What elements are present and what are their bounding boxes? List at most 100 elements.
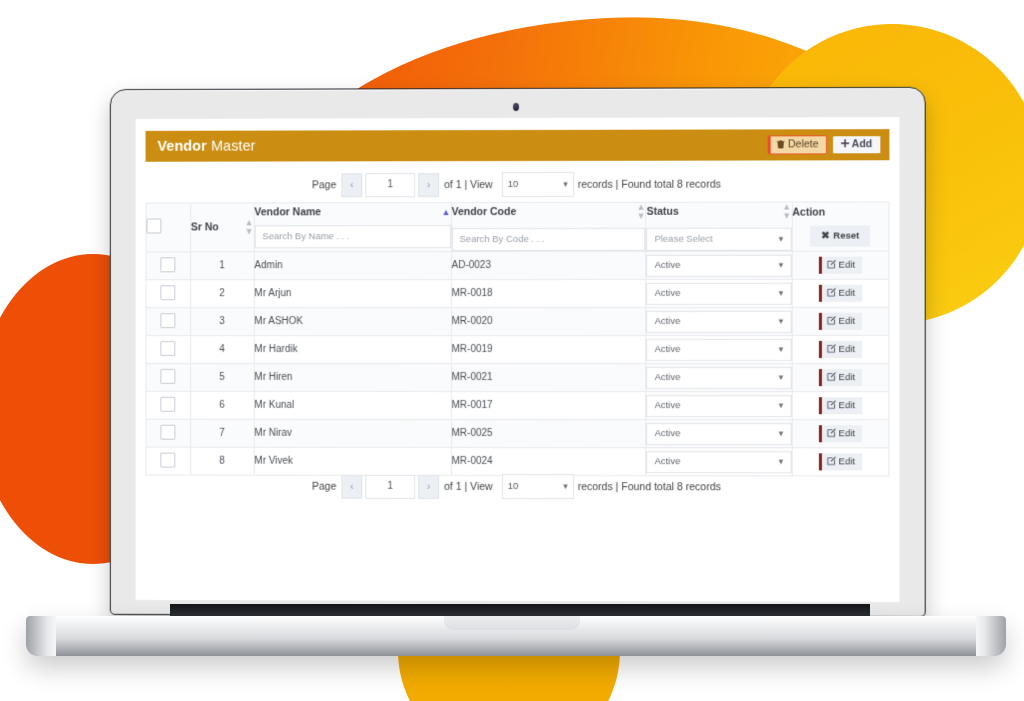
row-status-value: Active [654, 400, 681, 412]
pagination-next-button-bottom[interactable]: › [418, 474, 440, 499]
records-per-page-select-top[interactable]: 10 ▾ [501, 171, 574, 198]
edit-button-label: Edit [838, 399, 856, 411]
table-row: 5 Mr Hiren MR-0021 Active ▾ Edit [146, 363, 889, 392]
laptop-lid: Vendor Master Delete Add Page ‹ 1 › of 1… [109, 86, 926, 618]
header-sr-no[interactable]: Sr No ▲ ▼ [190, 202, 254, 252]
edit-button-label: Edit [838, 371, 856, 383]
header-vendor-code-label: Vendor Code [451, 205, 517, 219]
times-icon: ✖ [821, 230, 830, 242]
edit-button[interactable]: Edit [818, 453, 863, 471]
webcam-icon [513, 102, 519, 112]
pagination-page-input-bottom[interactable]: 1 [365, 474, 416, 499]
row-status-select[interactable]: Active ▾ [646, 422, 792, 445]
row-vendor-code: MR-0025 [451, 419, 647, 448]
row-checkbox[interactable] [160, 368, 176, 384]
chevron-down-icon: ▾ [778, 372, 784, 383]
row-sr-no: 4 [190, 335, 254, 364]
row-status-select[interactable]: Active ▾ [646, 450, 792, 473]
pagination-next-button-top[interactable]: › [418, 172, 440, 197]
row-checkbox[interactable] [160, 396, 176, 412]
row-select-cell [146, 391, 191, 420]
delete-button[interactable]: Delete [767, 135, 827, 155]
row-select-cell [146, 335, 191, 364]
edit-button-label: Edit [838, 315, 856, 327]
titlebar-actions: Delete Add [767, 134, 882, 155]
header-status-label: Status [646, 205, 679, 218]
pagination-page-input-top[interactable]: 1 [365, 172, 416, 197]
pencil-square-icon [827, 428, 836, 440]
edit-button-label: Edit [838, 456, 856, 468]
pencil-square-icon [827, 372, 836, 384]
edit-button[interactable]: Edit [818, 340, 863, 359]
row-checkbox[interactable] [160, 424, 176, 440]
header-vendor-code[interactable]: Vendor Code ▲ ▼ Search By Code . . . [451, 202, 647, 252]
reset-filters-button[interactable]: ✖ Reset [810, 225, 871, 247]
table-row: 1 Admin AD-0023 Active ▾ Edit [146, 251, 889, 280]
row-action-cell: Edit [791, 335, 889, 364]
row-action-cell: Edit [791, 363, 889, 392]
row-status-value: Active [654, 456, 681, 468]
row-status-select[interactable]: Active ▾ [646, 338, 792, 361]
row-vendor-code: MR-0019 [451, 335, 647, 364]
edit-button[interactable]: Edit [818, 368, 863, 387]
select-all-checkbox[interactable] [146, 218, 162, 234]
row-select-cell [146, 363, 191, 392]
add-button-label: Add [851, 138, 873, 151]
pagination-prev-button-top[interactable]: ‹ [341, 172, 363, 197]
pagination-summary-top: records | Found total 8 records [577, 178, 721, 191]
chevron-left-icon: ‹ [350, 480, 354, 493]
edit-button-label: Edit [838, 428, 856, 440]
sort-icon-vendor-name[interactable]: ▲ [442, 207, 451, 217]
row-status-select[interactable]: Active ▾ [646, 310, 792, 333]
row-checkbox[interactable] [160, 340, 176, 356]
row-status-cell: Active ▾ [646, 279, 792, 308]
row-vendor-code: AD-0023 [451, 251, 647, 280]
page-title-bold: Vendor [157, 138, 207, 155]
chevron-right-icon: › [426, 178, 431, 191]
chevron-down-icon: ▾ [778, 315, 784, 326]
row-action-cell: Edit [791, 307, 889, 336]
pagination-summary-bottom: records | Found total 8 records [577, 480, 721, 493]
table-row: 2 Mr Arjun MR-0018 Active ▾ Edit [146, 279, 889, 308]
row-checkbox[interactable] [160, 284, 176, 300]
edit-button[interactable]: Edit [818, 256, 863, 274]
edit-button[interactable]: Edit [818, 424, 863, 443]
row-status-value: Active [654, 343, 681, 356]
filter-vendor-code-input[interactable]: Search By Code . . . [451, 227, 646, 252]
row-checkbox[interactable] [160, 312, 176, 328]
filter-vendor-name-input[interactable]: Search By Name . . . [254, 225, 451, 249]
sort-icon-sr-no[interactable]: ▲ ▼ [245, 217, 254, 236]
row-select-cell [146, 307, 191, 336]
vendor-master-app: Vendor Master Delete Add Page ‹ 1 › of 1… [135, 117, 900, 603]
row-vendor-name: Mr Arjun [253, 279, 452, 308]
add-button[interactable]: Add [831, 134, 882, 155]
vendor-table-container: Sr No ▲ ▼ Vendor Name ▲ Search By Name .… [146, 201, 890, 476]
filter-status-select[interactable]: Please Select ▾ [646, 227, 792, 251]
edit-button[interactable]: Edit [818, 284, 863, 303]
row-vendor-name: Admin [253, 251, 452, 280]
header-status[interactable]: Status ▲ ▼ Please Select ▾ [646, 202, 792, 252]
pagination-prev-button-bottom[interactable]: ‹ [341, 474, 363, 499]
edit-button-label: Edit [838, 259, 856, 271]
row-status-cell: Active ▾ [646, 307, 792, 336]
row-status-select[interactable]: Active ▾ [646, 366, 792, 389]
row-status-select[interactable]: Active ▾ [646, 394, 792, 417]
row-sr-no: 7 [190, 419, 254, 448]
row-status-select[interactable]: Active ▾ [646, 254, 792, 277]
header-vendor-name-label: Vendor Name [254, 206, 322, 219]
row-checkbox[interactable] [160, 452, 176, 468]
edit-button[interactable]: Edit [818, 312, 863, 331]
row-status-value: Active [654, 287, 681, 299]
table-row: 8 Mr Vivek MR-0024 Active ▾ Edit [146, 447, 889, 476]
header-select-all [146, 203, 191, 252]
row-select-cell [146, 447, 191, 476]
pagination-page-label-bottom: Page [311, 480, 337, 493]
row-status-cell: Active ▾ [646, 447, 792, 476]
header-vendor-name[interactable]: Vendor Name ▲ Search By Name . . . [253, 202, 452, 252]
row-checkbox[interactable] [160, 256, 176, 272]
edit-button[interactable]: Edit [818, 396, 863, 415]
records-per-page-select-bottom[interactable]: 10 ▾ [501, 473, 574, 500]
sort-icon-status[interactable]: ▲ ▼ [782, 202, 791, 221]
sort-icon-vendor-code[interactable]: ▲ ▼ [637, 202, 646, 221]
row-status-select[interactable]: Active ▾ [646, 282, 792, 305]
